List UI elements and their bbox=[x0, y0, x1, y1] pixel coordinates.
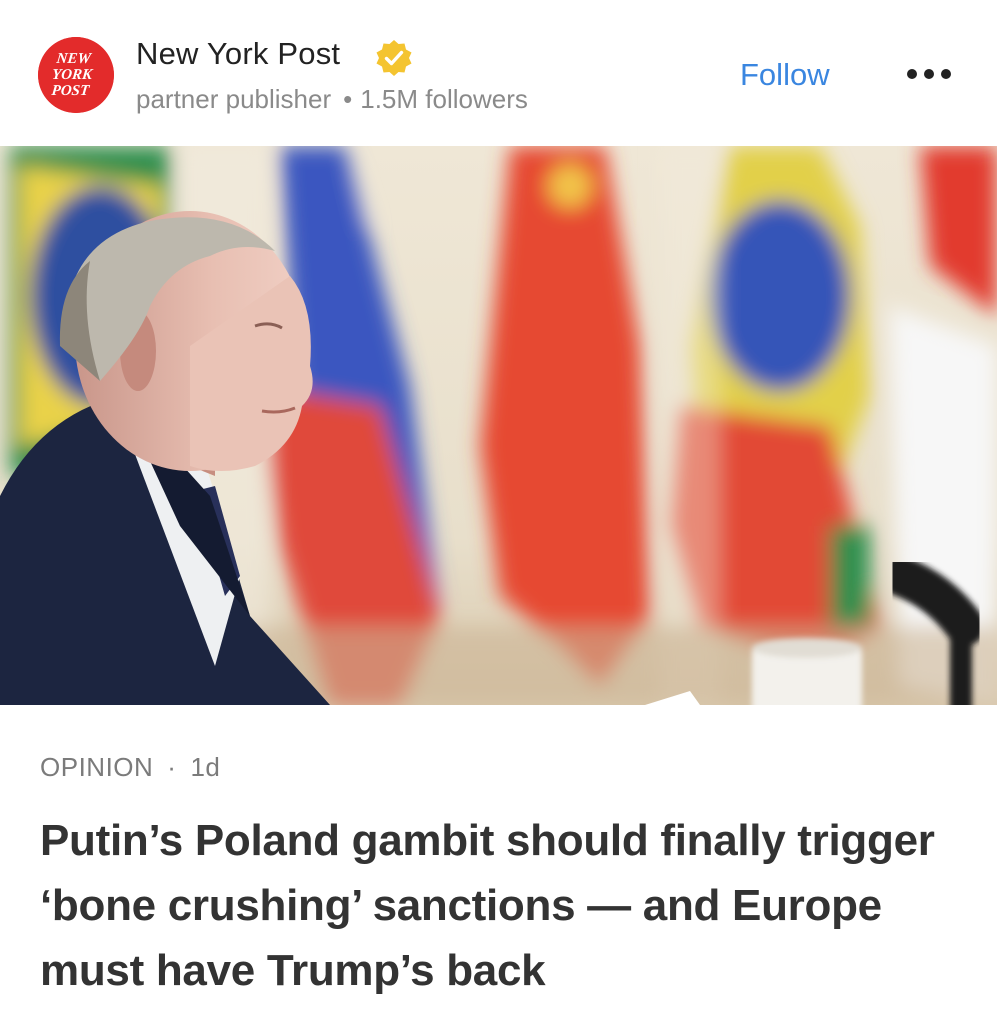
article-category[interactable]: OPINION bbox=[40, 752, 153, 782]
follower-count: 1.5M followers bbox=[360, 84, 528, 114]
publisher-logo[interactable]: NEW YORK POST bbox=[38, 37, 114, 113]
nypost-logo-icon: NEW YORK POST bbox=[38, 37, 114, 113]
svg-text:POST: POST bbox=[51, 83, 91, 99]
verified-badge-icon bbox=[376, 40, 412, 76]
more-options-icon[interactable] bbox=[905, 62, 953, 86]
meta-separator: · bbox=[167, 752, 177, 782]
publisher-name[interactable]: New York Post bbox=[136, 36, 340, 72]
meta-separator: • bbox=[343, 84, 353, 114]
article-hero-image[interactable] bbox=[0, 146, 997, 705]
publisher-header: NEW YORK POST New York Post partner publ… bbox=[0, 0, 997, 146]
publisher-role: partner publisher bbox=[136, 84, 332, 114]
publisher-meta: partner publisher • 1.5M followers bbox=[136, 84, 528, 115]
svg-text:NEW: NEW bbox=[55, 51, 93, 67]
follow-button[interactable]: Follow bbox=[740, 57, 830, 93]
article-age: 1d bbox=[190, 752, 221, 782]
svg-text:YORK: YORK bbox=[51, 67, 94, 83]
article-meta: OPINION · 1d bbox=[40, 752, 220, 783]
article-photo bbox=[0, 146, 997, 705]
article-headline[interactable]: Putin’s Poland gambit should finally tri… bbox=[40, 808, 970, 1003]
